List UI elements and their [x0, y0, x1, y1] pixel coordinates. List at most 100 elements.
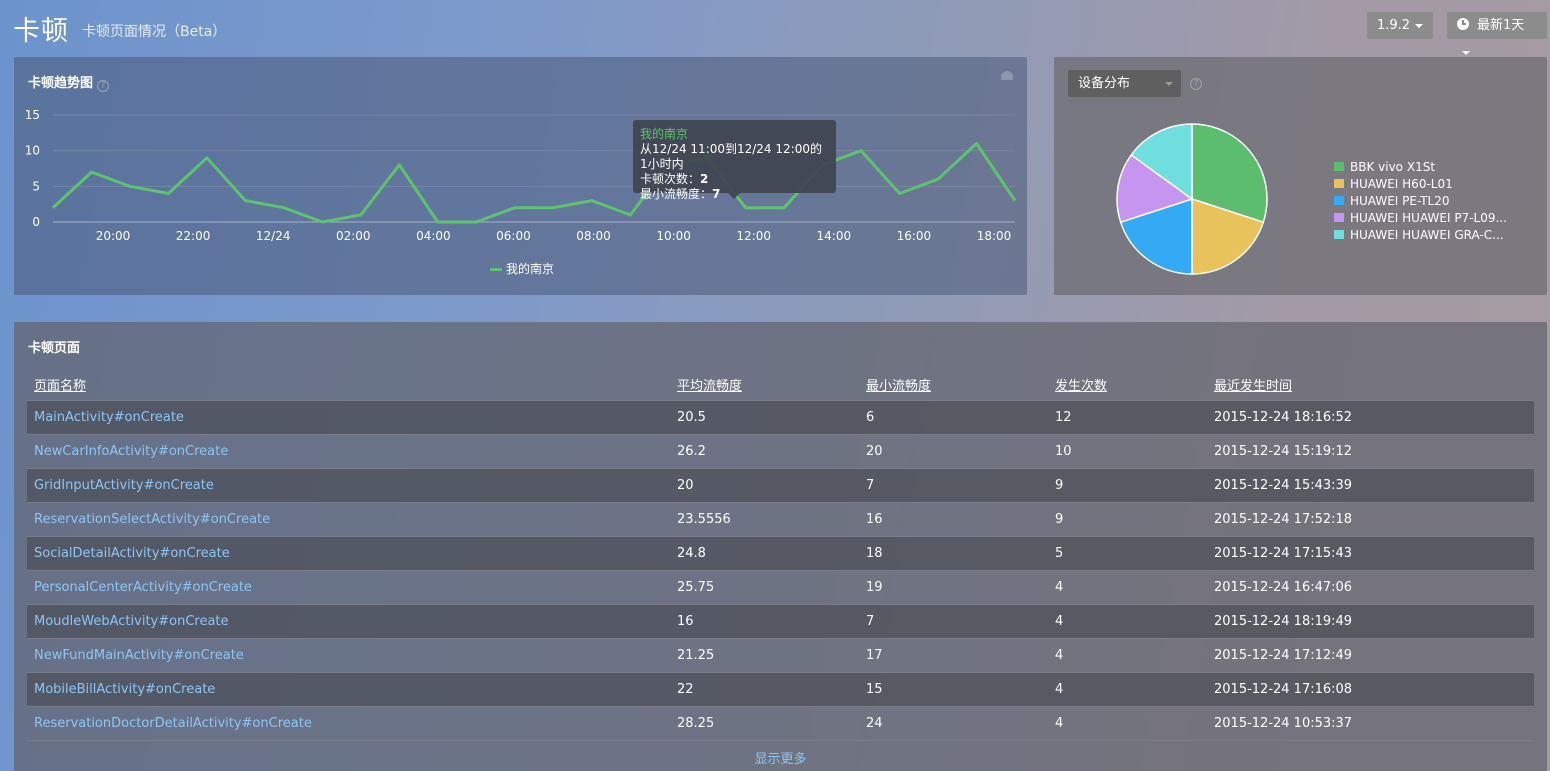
table-row: ReservationSelectActivity#onCreate 23.555… [27, 502, 1534, 537]
caret-down-icon [1462, 50, 1470, 55]
page-name-link[interactable]: ReservationSelectActivity#onCreate [27, 502, 670, 537]
device-panel: 设备分布 ? BBK vivo X1St HUAWEI H60-L01 HUAWEI… [1054, 57, 1547, 295]
table-row: ReservationDoctorDetailActivity#onCreate… [27, 706, 1534, 741]
pie-legend-item[interactable]: HUAWEI PE-TL20 [1334, 193, 1507, 210]
count-cell: 9 [1048, 468, 1207, 503]
table-row: NewFundMainActivity#onCreate 21.25 17 4 2015… [27, 638, 1534, 673]
avg-fluency-cell: 22 [670, 672, 859, 707]
count-cell: 4 [1048, 706, 1207, 741]
page-name-link[interactable]: GridInputActivity#onCreate [27, 468, 670, 503]
x-tick-label: 10:00 [656, 229, 691, 243]
pages-title: 卡顿页面 [28, 341, 81, 356]
legend-label: HUAWEI H60-L01 [1350, 177, 1453, 191]
legend-label: HUAWEI PE-TL20 [1350, 194, 1450, 208]
x-tick-label: 12:00 [736, 229, 771, 243]
last-time-cell: 2015-12-24 17:52:18 [1207, 502, 1534, 537]
column-header-count[interactable]: 发生次数 [1048, 370, 1207, 401]
tooltip-arrow [728, 193, 740, 199]
chart-tooltip: 我的南京 从12/24 11:00到12/24 12:00的1小时内 卡顿次数：… [633, 120, 836, 201]
pie-legend-item[interactable]: BBK vivo X1St [1334, 159, 1507, 176]
table-row: SocialDetailActivity#onCreate 24.8 18 5 2015… [27, 536, 1534, 571]
min-fluency-cell: 20 [859, 434, 1048, 469]
avg-fluency-cell: 16 [670, 604, 859, 639]
tooltip-series: 我的南京 [640, 127, 689, 141]
x-tick-label: 18:00 [977, 229, 1012, 243]
last-time-cell: 2015-12-24 18:16:52 [1207, 400, 1534, 435]
series-line [51, 142, 1017, 224]
avg-fluency-cell: 25.75 [670, 570, 859, 605]
chart-legend-item[interactable]: 我的南京 [490, 260, 554, 277]
legend-swatch [1334, 213, 1344, 222]
table-row: NewCarInfoActivity#onCreate 26.2 20 10 2015-… [27, 434, 1534, 469]
page-name-link[interactable]: MoudleWebActivity#onCreate [27, 604, 670, 639]
time-range-label: 最新1天 [1477, 18, 1525, 33]
min-fluency-cell: 17 [859, 638, 1048, 673]
table-row: MobileBillActivity#onCreate 22 15 4 2015-12-… [27, 672, 1534, 707]
legend-swatch [1334, 179, 1344, 188]
legend-swatch [1334, 196, 1344, 205]
count-cell: 9 [1048, 502, 1207, 537]
min-fluency-cell: 7 [859, 604, 1048, 639]
last-time-cell: 2015-12-24 17:12:49 [1207, 638, 1534, 673]
last-time-cell: 2015-12-24 17:16:08 [1207, 672, 1534, 707]
caret-down-icon [1415, 23, 1424, 28]
legend-swatch [1334, 162, 1344, 171]
avg-fluency-cell: 26.2 [670, 434, 859, 469]
count-cell: 10 [1048, 434, 1207, 469]
page-name-link[interactable]: MainActivity#onCreate [27, 400, 670, 435]
column-header-page-name[interactable]: 页面名称 [27, 370, 670, 401]
legend-swatch [1334, 230, 1344, 239]
avg-fluency-cell: 28.25 [670, 706, 859, 741]
page-name-link[interactable]: MobileBillActivity#onCreate [27, 672, 670, 707]
avg-fluency-cell: 20 [670, 468, 859, 503]
min-fluency-cell: 16 [859, 502, 1048, 537]
page-name-link[interactable]: SocialDetailActivity#onCreate [27, 536, 670, 571]
table-row: MainActivity#onCreate 20.5 6 12 2015-12-24 1… [27, 400, 1534, 435]
pie-legend-item[interactable]: HUAWEI H60-L01 [1334, 176, 1507, 193]
column-header-min-fluency[interactable]: 最小流畅度 [859, 370, 1048, 401]
y-tick-label: 15 [25, 108, 40, 122]
legend-label: 我的南京 [506, 262, 555, 276]
y-tick-label: 5 [32, 179, 40, 193]
table-row: MoudleWebActivity#onCreate 16 7 4 2015-12-24… [27, 604, 1534, 639]
last-time-cell: 2015-12-24 17:15:43 [1207, 536, 1534, 571]
avg-fluency-cell: 24.8 [670, 536, 859, 571]
y-tick-label: 0 [32, 215, 40, 229]
min-fluency-cell: 24 [859, 706, 1048, 741]
last-time-cell: 2015-12-24 15:19:12 [1207, 434, 1534, 469]
column-header-last-time[interactable]: 最近发生时间 [1207, 370, 1534, 401]
page-name-link[interactable]: NewCarInfoActivity#onCreate [27, 434, 670, 469]
pie-legend-item[interactable]: HUAWEI HUAWEI P7-L09... [1334, 210, 1507, 227]
page-name-link[interactable]: PersonalCenterActivity#onCreate [27, 570, 670, 605]
version-label: 1.9.2 [1377, 18, 1411, 33]
count-cell: 4 [1048, 604, 1207, 639]
last-time-cell: 2015-12-24 16:47:06 [1207, 570, 1534, 605]
min-fluency-cell: 7 [859, 468, 1048, 503]
page-name-link[interactable]: NewFundMainActivity#onCreate [27, 638, 670, 673]
count-cell: 5 [1048, 536, 1207, 571]
column-header-avg-fluency[interactable]: 平均流畅度 [670, 370, 859, 401]
count-cell: 4 [1048, 672, 1207, 707]
min-fluency-cell: 15 [859, 672, 1048, 707]
pie-legend: BBK vivo X1St HUAWEI H60-L01 HUAWEI PE-TL2… [1334, 159, 1507, 244]
page-title: 卡顿 [13, 16, 69, 47]
pie-legend-item[interactable]: HUAWEI HUAWEI GRA-C... [1334, 227, 1507, 244]
last-time-cell: 2015-12-24 18:19:49 [1207, 604, 1534, 639]
x-tick-label: 06:00 [496, 229, 531, 243]
x-tick-label: 22:00 [176, 229, 211, 243]
count-cell: 4 [1048, 570, 1207, 605]
x-tick-label: 04:00 [416, 229, 451, 243]
version-dropdown[interactable]: 1.9.2 [1367, 12, 1434, 39]
page-name-link[interactable]: ReservationDoctorDetailActivity#onCreate [27, 706, 670, 741]
table-row: GridInputActivity#onCreate 20 7 9 2015-12-24… [27, 468, 1534, 503]
count-cell: 4 [1048, 638, 1207, 673]
avg-fluency-cell: 23.5556 [670, 502, 859, 537]
time-range-dropdown[interactable]: 最新1天 [1447, 12, 1547, 55]
trend-panel: 卡顿趋势图? 0 5 10 15 20:00 22:00 12/24 02:00 04:00 06… [14, 57, 1027, 295]
table-header-row: 页面名称 平均流畅度 最小流畅度 发生次数 最近发生时间 [27, 370, 1534, 401]
show-more-link[interactable]: 显示更多 [14, 748, 1547, 767]
x-tick-label: 14:00 [817, 229, 852, 243]
avg-fluency-cell: 21.25 [670, 638, 859, 673]
pages-panel: 卡顿页面 页面名称 平均流畅度 最小流畅度 发生次数 最近发生时间 MainAc… [14, 322, 1547, 771]
x-tick-label: 12/24 [256, 229, 291, 243]
